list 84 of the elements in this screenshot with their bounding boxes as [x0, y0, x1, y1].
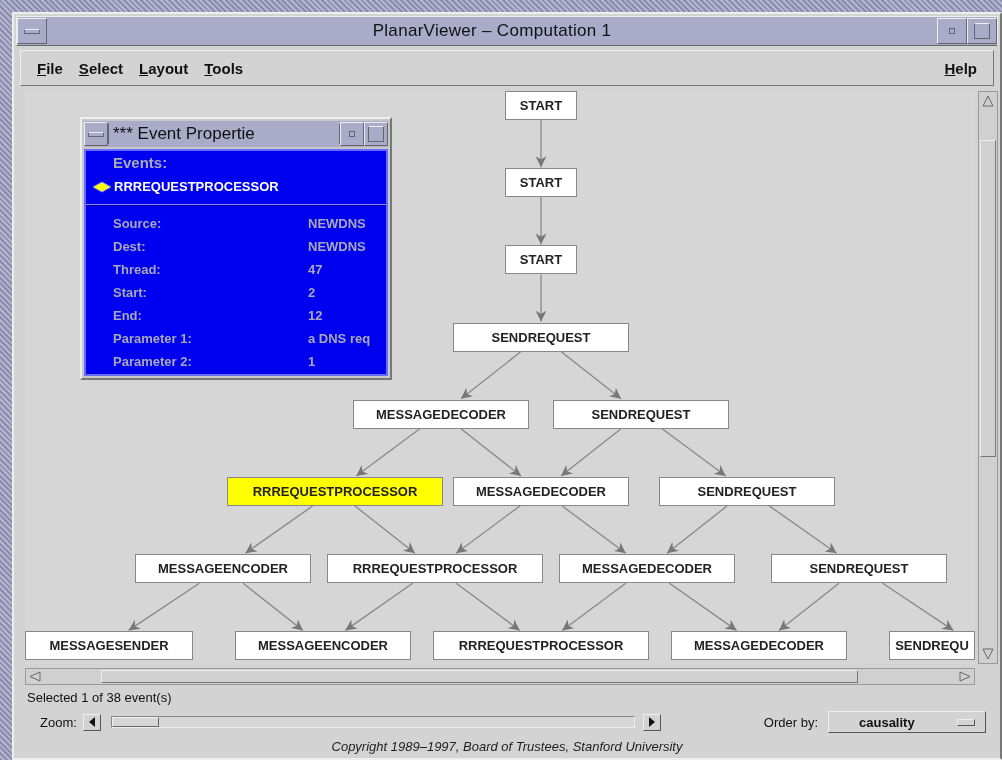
left-arrow-icon: [87, 717, 96, 727]
down-arrow-icon[interactable]: [981, 647, 995, 661]
arrow: [666, 505, 728, 554]
arrow: [668, 582, 738, 632]
field-label: Parameter 1:: [113, 331, 193, 346]
field-value: NEWDNS: [308, 239, 367, 254]
field-label: Thread:: [113, 262, 162, 277]
copyright-text: Copyright 1989–1997, Board of Trustees, Stanford University: [330, 739, 684, 754]
arrow: [455, 582, 521, 632]
graph-node[interactable]: RRREQUESTPROCESSOR: [433, 631, 649, 661]
graph-node[interactable]: SENDREQUEST: [553, 399, 729, 429]
menu-item[interactable]: File: [29, 57, 71, 79]
graph-node[interactable]: MESSAGEENCODER: [135, 554, 311, 584]
arrow: [561, 505, 627, 554]
graph-node[interactable]: START: [505, 91, 577, 120]
arrow: [560, 350, 622, 400]
graph-node[interactable]: MESSAGEDECODER: [453, 477, 629, 506]
arrow: [344, 582, 414, 632]
minimize-button[interactable]: [937, 18, 967, 44]
vertical-scrollbar[interactable]: [978, 91, 998, 664]
graph-node[interactable]: MESSAGEENCODER: [235, 631, 411, 661]
maximize-button[interactable]: [364, 122, 388, 146]
window-title: PlanarViewer – Computation 1: [371, 21, 613, 41]
field-value: a DNS req: [308, 331, 372, 346]
graph-node[interactable]: MESSAGEDECODER: [559, 554, 735, 584]
field-value: 1: [308, 354, 317, 369]
window-title: *** Event Propertie: [108, 124, 340, 144]
field-value: NEWDNS: [308, 216, 367, 231]
graph-node[interactable]: MESSAGEDECODER: [671, 631, 847, 661]
field-label: Parameter 2:: [113, 354, 193, 369]
field-value: 2: [308, 285, 317, 300]
up-arrow-icon[interactable]: [981, 94, 995, 108]
arrow: [560, 428, 622, 477]
zoom-out-button[interactable]: [82, 713, 101, 731]
arrow: [768, 505, 838, 554]
horizontal-scrollbar[interactable]: [25, 668, 975, 685]
field-label: Start:: [113, 285, 148, 300]
events-label: Events:: [112, 153, 169, 171]
arrow: [561, 582, 627, 632]
right-arrow-icon: [647, 717, 656, 727]
arrow: [455, 505, 521, 554]
graph-node[interactable]: MESSAGESENDER: [25, 631, 193, 661]
menu-item[interactable]: Layout: [131, 57, 197, 79]
graph-node[interactable]: START: [505, 168, 577, 198]
order-by-label: Order by:: [763, 714, 818, 730]
arrow: [535, 273, 547, 323]
window-menu-button[interactable]: [17, 18, 47, 44]
zoom-label: Zoom:: [40, 714, 77, 730]
menu-item[interactable]: Select: [70, 57, 132, 79]
graph-node[interactable]: SENDREQU: [889, 631, 975, 661]
graph-node[interactable]: RRREQUESTPROCESSOR: [227, 477, 443, 506]
arrow: [355, 428, 421, 477]
right-arrow-icon[interactable]: [958, 671, 972, 682]
left-arrow-icon[interactable]: [28, 671, 42, 682]
graph-node[interactable]: MESSAGEDECODER: [353, 399, 529, 429]
menu-item[interactable]: Tools: [196, 57, 252, 79]
graph-node[interactable]: SENDREQUEST: [453, 322, 629, 352]
arrow: [460, 428, 522, 477]
field-label: End:: [113, 308, 143, 323]
zoom-slider[interactable]: [110, 716, 635, 728]
event-item[interactable]: RRREQUESTPROCESSOR: [114, 179, 279, 194]
graph-node[interactable]: START: [505, 245, 577, 275]
field-value: 12: [308, 308, 324, 323]
field-label: Source:: [113, 216, 163, 231]
arrow: [460, 350, 522, 400]
menu-item[interactable]: Help: [936, 57, 985, 79]
field-value: 47: [308, 262, 324, 277]
window-menu-button[interactable]: [84, 122, 108, 146]
arrow: [535, 119, 547, 168]
arrow: [242, 582, 304, 632]
graph-node[interactable]: RRREQUESTPROCESSOR: [327, 554, 543, 584]
zoom-in-button[interactable]: [642, 713, 661, 731]
order-by-dropdown[interactable]: causality: [828, 711, 986, 733]
graph-node[interactable]: SENDREQUEST: [771, 554, 947, 584]
maximize-button[interactable]: [967, 18, 997, 44]
minimize-button[interactable]: [340, 122, 364, 146]
arrow: [354, 505, 416, 554]
field-label: Dest:: [113, 239, 147, 254]
graph-node[interactable]: SENDREQUEST: [659, 477, 835, 506]
arrow: [244, 505, 314, 554]
status-text: Selected 1 of 38 event(s): [27, 690, 173, 705]
arrow: [661, 428, 727, 477]
arrow: [778, 582, 840, 632]
arrow: [535, 196, 547, 246]
